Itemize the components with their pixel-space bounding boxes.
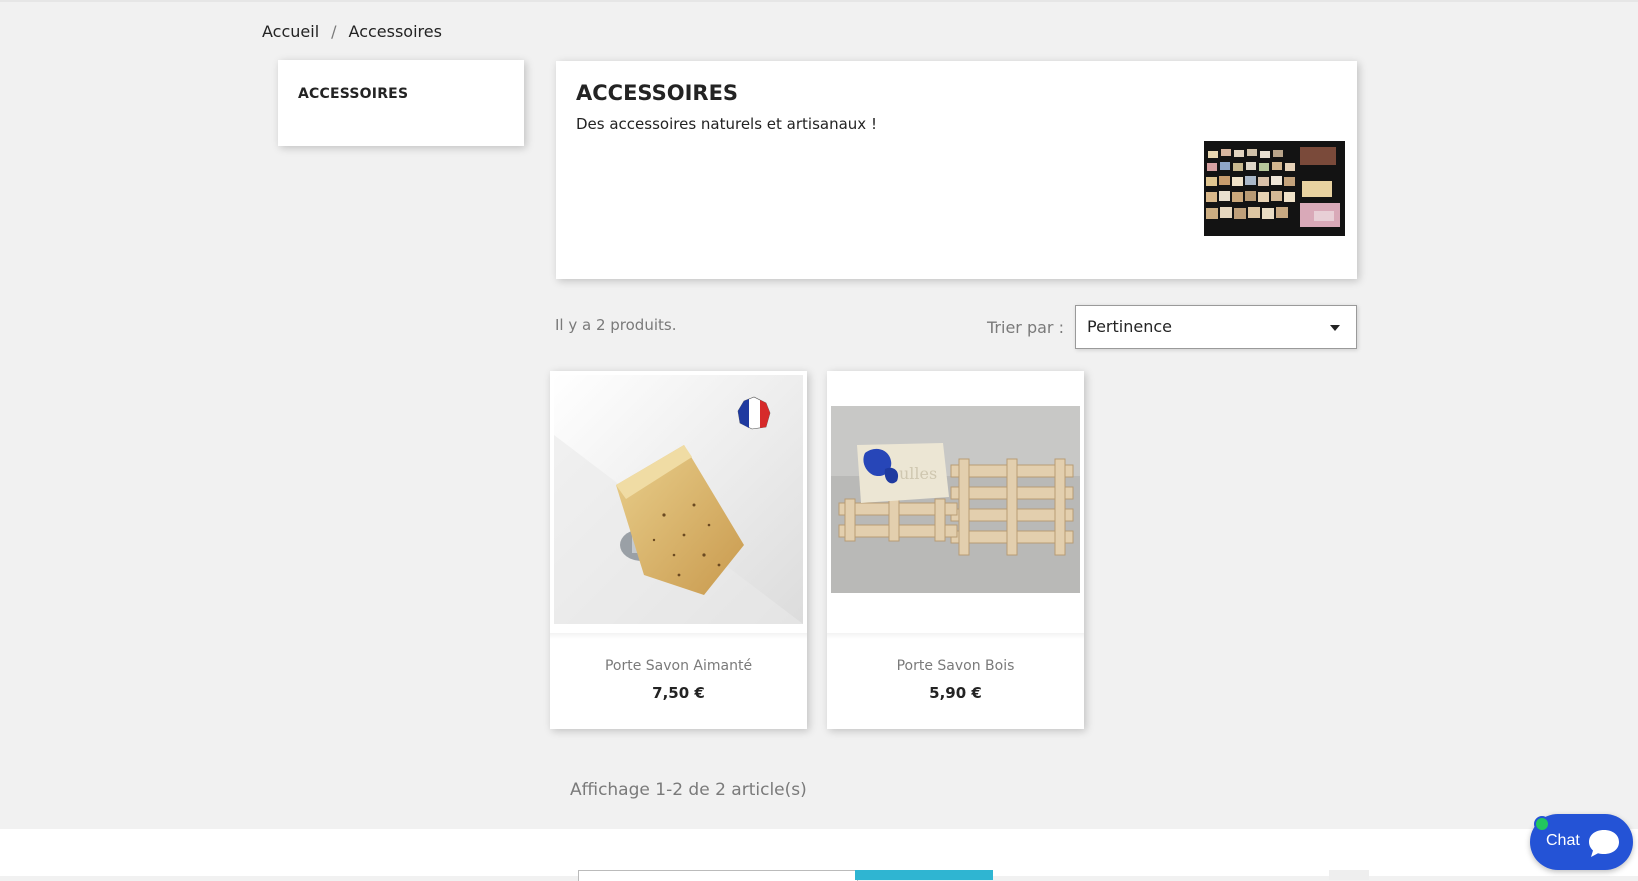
svg-text:ulles: ulles [899,464,937,483]
product-name[interactable]: Porte Savon Aimanté [550,658,807,674]
product-image[interactable]: ulles [831,375,1080,624]
breadcrumb: Accueil / Accessoires [262,22,442,41]
sort-label: Trier par : [987,318,1064,337]
product-name[interactable]: Porte Savon Bois [827,658,1084,674]
category-title: ACCESSOIRES [576,81,739,105]
category-description: Des accessoires naturels et artisanaux ! [576,115,877,133]
breadcrumb-separator: / [331,22,337,41]
chat-label: Chat [1546,832,1580,849]
product-card[interactable]: ulles Porte Savon Bois 5,90 € [827,371,1084,729]
footer-corner-element [1329,870,1369,880]
card-divider [827,633,1084,639]
sidebar-category-title[interactable]: ACCESSOIRES [298,86,408,102]
pagination-summary: Affichage 1-2 de 2 article(s) [570,780,807,800]
france-flag-icon [736,395,772,431]
sort-selected-value: Pertinence [1087,317,1172,336]
category-header: ACCESSOIRES Des accessoires naturels et … [556,61,1357,279]
footer [0,829,1638,876]
top-divider [0,0,1638,2]
caret-down-icon [1330,325,1340,331]
breadcrumb-home-link[interactable]: Accueil [262,22,319,41]
product-price: 7,50 € [652,684,705,702]
newsletter-subscribe-button[interactable] [855,870,993,880]
product-price: 5,90 € [929,684,982,702]
chat-button[interactable]: Chat [1530,814,1633,870]
card-divider [550,633,807,639]
product-count: Il y a 2 produits. [555,316,677,334]
category-sidebar: ACCESSOIRES [278,60,524,146]
category-image [1204,141,1345,236]
product-card[interactable]: Porte Savon Aimanté 7,50 € [550,371,807,729]
chat-bubble-icon [1589,830,1619,857]
online-status-dot [1534,816,1550,832]
sort-select[interactable]: Pertinence [1075,305,1357,349]
breadcrumb-current-link[interactable]: Accessoires [349,22,442,41]
